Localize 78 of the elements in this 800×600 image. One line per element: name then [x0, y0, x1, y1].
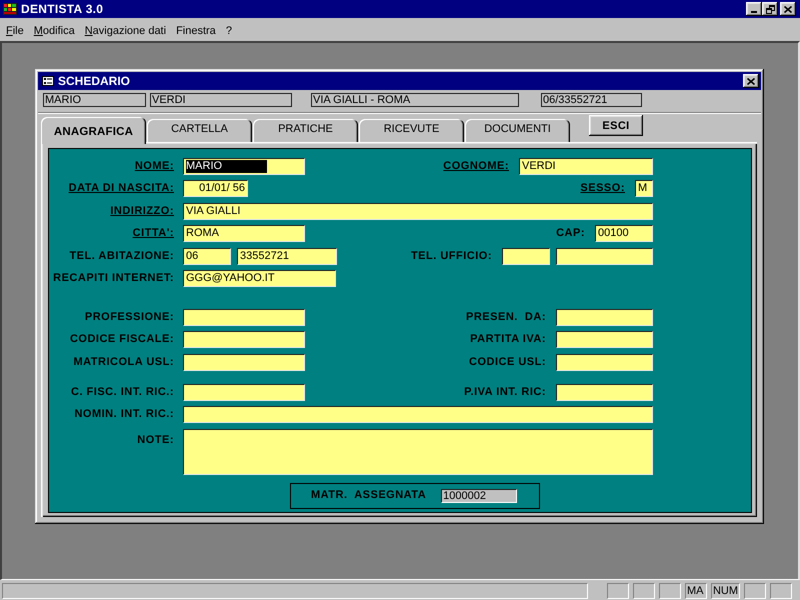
field-label: SESSO:	[580, 182, 625, 196]
input-field[interactable]: 00100	[595, 225, 653, 242]
status-panel: NUM	[710, 582, 740, 598]
field-label: INDIRIZZO:	[110, 204, 174, 218]
input-field[interactable]: 06	[183, 248, 231, 265]
field-label: COGNOME:	[443, 160, 509, 173]
tab[interactable]: RICEVUTE	[359, 119, 464, 142]
input-field[interactable]	[556, 331, 653, 348]
status-panel	[658, 582, 681, 598]
restore-icon	[766, 4, 774, 14]
input-field[interactable]	[502, 248, 550, 265]
close-button[interactable]	[743, 74, 759, 88]
list-icon	[42, 76, 54, 86]
field-label: MATRICOLA USL:	[74, 356, 174, 369]
input-field[interactable]	[556, 384, 653, 401]
readonly-field: VIA GIALLI - ROMA	[311, 93, 519, 107]
input-field[interactable]	[183, 384, 305, 401]
tab[interactable]: DOCUMENTI	[465, 119, 570, 142]
minimize-button[interactable]	[746, 2, 762, 16]
status-panel	[744, 582, 766, 598]
tab[interactable]: CARTELLA	[147, 119, 252, 142]
exit-button[interactable]: ESCI	[589, 115, 643, 136]
input-field[interactable]	[183, 354, 305, 371]
readonly-field: MARIO	[43, 93, 146, 107]
menu-item[interactable]: File	[1, 24, 29, 38]
field-label: CODICE USL:	[469, 356, 546, 369]
input-field[interactable]	[556, 308, 653, 326]
input-field[interactable]	[556, 248, 653, 265]
status-panel: MA	[684, 582, 707, 598]
status-panel	[606, 582, 629, 598]
input-field[interactable]	[556, 354, 653, 371]
field-label: DATA DI NASCITA:	[68, 182, 174, 196]
close-icon	[784, 6, 792, 12]
field-label: PROFESSIONE:	[84, 310, 174, 324]
input-field[interactable]	[183, 331, 305, 348]
input-field[interactable]: GGG@YAHOO.IT	[183, 270, 336, 287]
input-field[interactable]: VIA GIALLI	[183, 202, 653, 220]
field-label: CAP:	[556, 227, 585, 240]
input-field[interactable]: 01/01/ 56	[183, 180, 248, 198]
input-field[interactable]: MARIO	[183, 158, 305, 175]
status-panel	[770, 582, 792, 598]
readonly-field: VERDI	[150, 93, 292, 107]
field-label: CODICE FISCALE:	[70, 333, 174, 346]
field-label: NOTE:	[137, 434, 174, 447]
menu-item[interactable]: ?	[220, 24, 237, 38]
field-label: TEL. UFFICIO:	[410, 250, 492, 263]
tab[interactable]: PRATICHE	[253, 119, 358, 142]
text-area[interactable]	[183, 428, 653, 475]
field-label: NOMIN. INT. RIC.:	[74, 408, 174, 422]
input-field[interactable]: M	[635, 180, 653, 198]
menu-item[interactable]: Modifica	[28, 24, 80, 38]
field-label: P.IVA INT. RIC:	[464, 386, 546, 399]
field-label: TEL. ABITAZIONE:	[69, 250, 174, 263]
window-title: SCHEDARIO	[58, 74, 130, 88]
restore-button[interactable]	[762, 2, 778, 16]
field-label: NOME:	[134, 160, 174, 173]
field-label: PRESEN. DA:	[466, 310, 546, 324]
field-label: MATR. ASSEGNATA	[311, 489, 426, 502]
window-title: DENTISTA 3.0	[21, 2, 104, 16]
input-field[interactable]	[183, 406, 653, 424]
close-button[interactable]	[780, 2, 796, 16]
field-label: RECAPITI INTERNET:	[53, 272, 174, 285]
input-field[interactable]: ROMA	[183, 225, 305, 242]
field-label: C. FISC. INT. RIC.:	[71, 386, 174, 399]
readonly-field: 1000002	[441, 488, 518, 503]
status-panel	[632, 582, 655, 598]
readonly-field: 06/33552721	[541, 93, 642, 107]
input-field[interactable]: VERDI	[519, 158, 653, 175]
menu-item[interactable]: Finestra	[171, 24, 221, 38]
tab[interactable]: ANAGRAFICA	[41, 117, 146, 144]
menu-item[interactable]: Navigazione dati	[80, 24, 172, 38]
colored-blocks-icon	[3, 3, 17, 15]
field-label: PARTITA IVA:	[470, 333, 546, 346]
input-field[interactable]	[183, 308, 305, 326]
input-field[interactable]: 33552721	[237, 248, 337, 265]
minimize-icon	[751, 11, 757, 13]
close-icon	[747, 78, 755, 84]
field-label: CITTA':	[132, 227, 174, 240]
